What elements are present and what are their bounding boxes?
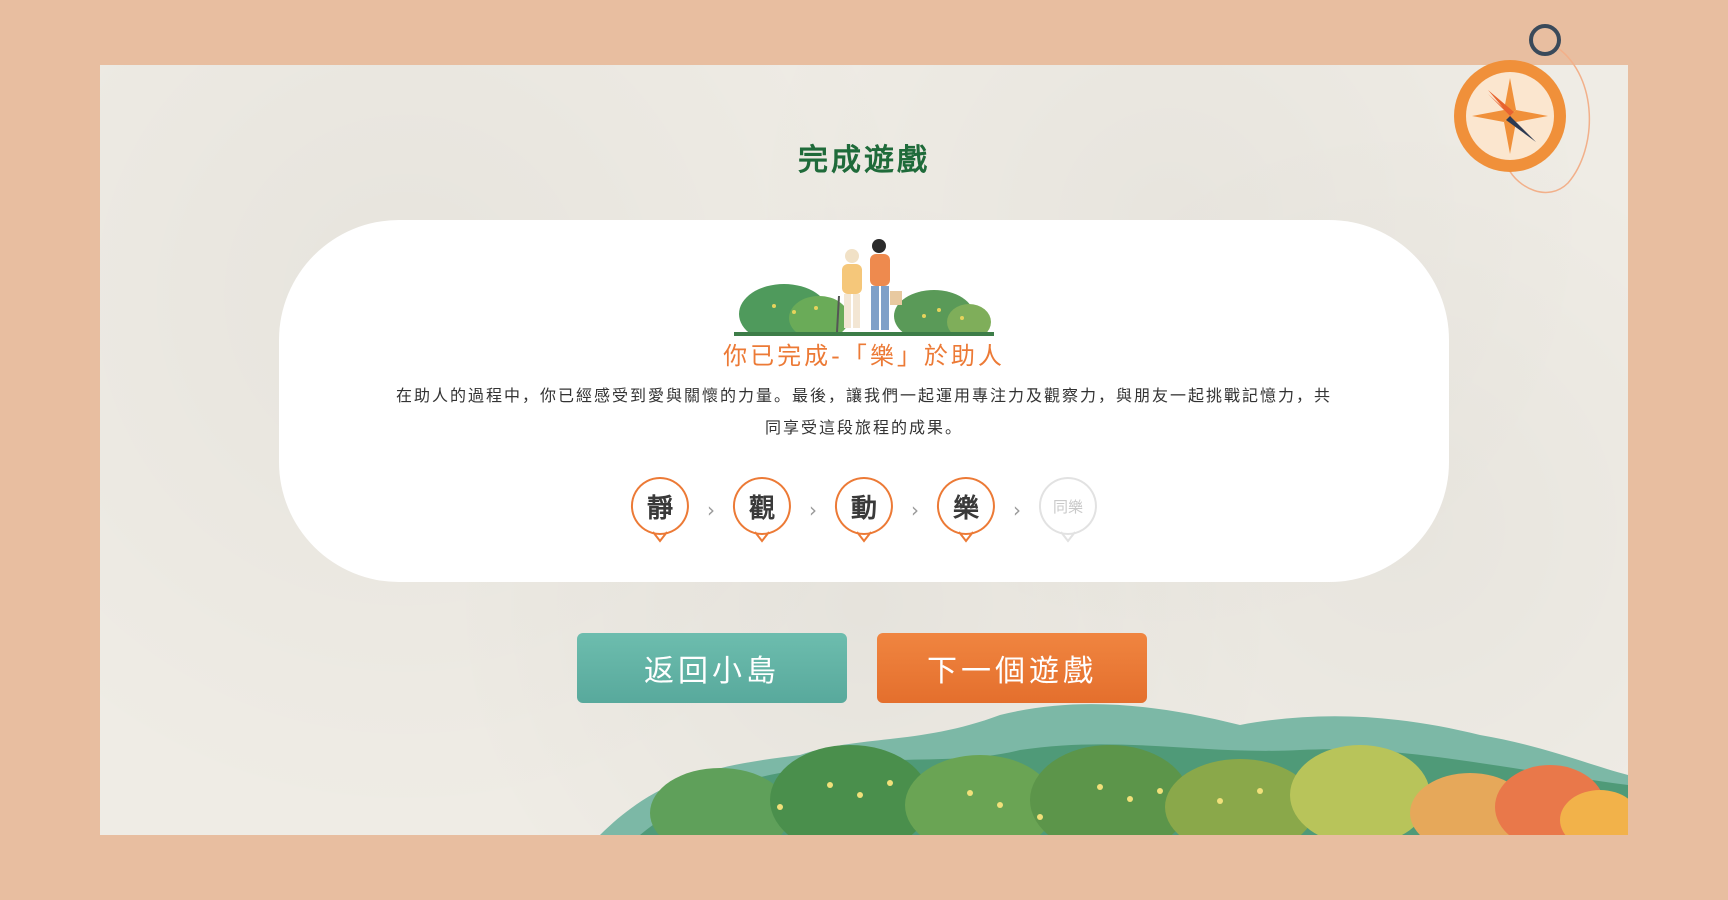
page-title: 完成遊戲 [798,143,930,178]
step-label: 同樂 [1052,497,1083,516]
elderly-helper-illustration [734,239,994,336]
paper-panel: 完成遊戲 你已完成-「樂」於助人 在助人的過程中，你已經感受到愛與關懷的力量。最 [100,65,1628,835]
progress-steps: 靜 › 觀 › 動 › 樂 › 同樂 [279,475,1449,545]
step-dong: 動 [833,475,895,545]
compass-icon [1454,24,1591,194]
chevron-right-icon: › [707,498,715,522]
next-game-button[interactable]: 下一個遊戲 [877,633,1147,703]
completion-description: 在助人的過程中，你已經感受到愛與關懷的力量。最後，讓我們一起運用專注力及觀察力，… [395,386,1332,437]
back-to-island-button[interactable]: 返回小島 [577,633,847,703]
step-jing: 靜 [629,475,691,545]
step-tongle: 同樂 [1037,475,1099,545]
step-label: 靜 [646,493,673,524]
completion-card: 你已完成-「樂」於助人 在助人的過程中，你已經感受到愛與關懷的力量。最後，讓我們… [279,220,1449,582]
step-guan: 觀 [731,475,793,545]
step-le: 樂 [935,475,997,545]
completion-title: 你已完成-「樂」於助人 [723,342,1005,370]
step-label: 樂 [952,493,979,524]
chevron-right-icon: › [809,498,817,522]
chevron-right-icon: › [911,498,919,522]
step-label: 動 [850,493,877,524]
chevron-right-icon: › [1013,498,1021,522]
hills-decoration [600,704,1628,835]
step-label: 觀 [748,493,775,524]
